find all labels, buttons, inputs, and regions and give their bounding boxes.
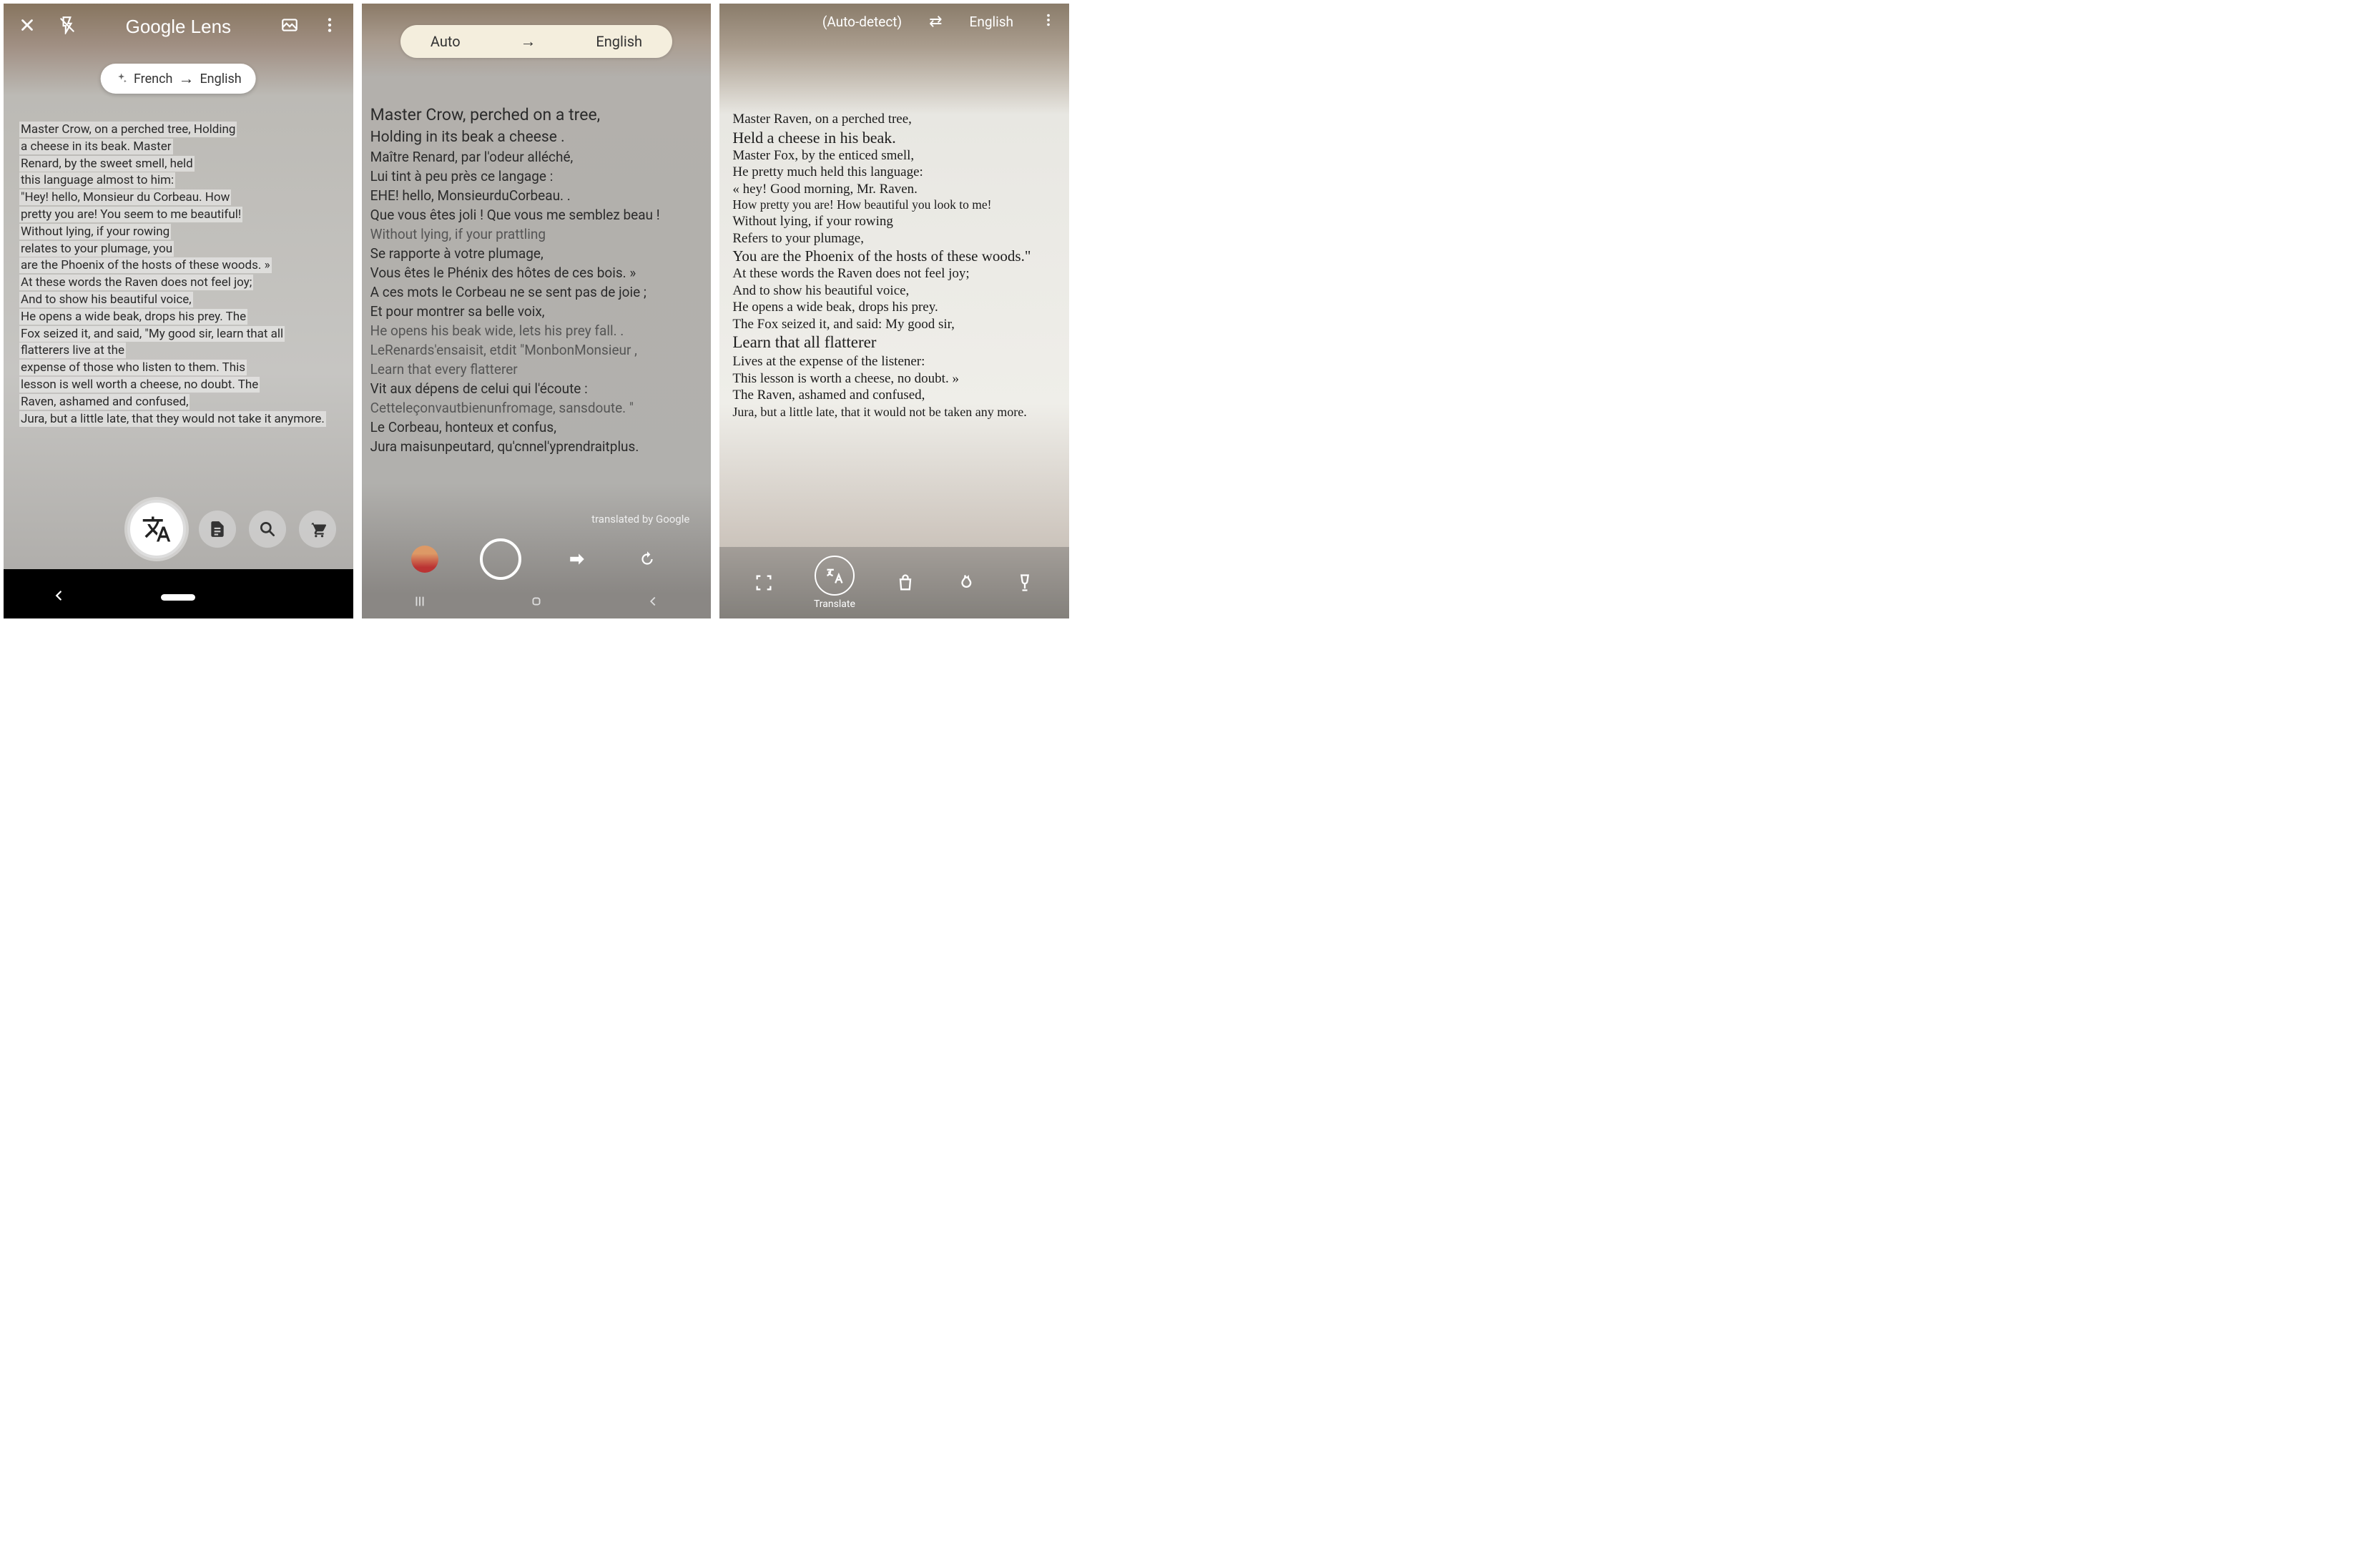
target-language[interactable]: English	[970, 14, 1013, 30]
back-button[interactable]	[51, 588, 67, 606]
shutter-button[interactable]	[480, 538, 521, 580]
share-button[interactable]	[563, 545, 591, 573]
refresh-icon	[638, 550, 657, 568]
document-icon	[208, 520, 227, 538]
app-title: Google Lens	[126, 16, 231, 38]
search-icon	[258, 520, 277, 538]
translate-icon	[825, 566, 845, 586]
recents-button[interactable]	[412, 593, 428, 612]
wine-mode[interactable]	[1015, 573, 1035, 593]
mode-label: Translate	[814, 598, 855, 610]
discover-mode[interactable]	[955, 573, 975, 593]
sparkle-icon	[115, 72, 128, 85]
bag-icon	[895, 573, 915, 593]
attribution: translated by Google	[591, 513, 689, 526]
home-button[interactable]	[528, 593, 544, 612]
camera-controls	[362, 538, 712, 580]
shopping-mode-button[interactable]	[299, 511, 336, 548]
scan-icon	[754, 573, 774, 593]
wine-icon	[1015, 573, 1035, 593]
android-navbar	[362, 587, 712, 618]
close-icon[interactable]	[18, 16, 36, 37]
language-bar[interactable]: Auto → English	[400, 25, 672, 58]
android-navbar	[4, 576, 353, 618]
translated-text-overlay[interactable]: Master Crow, perched on a tree, Holding …	[370, 104, 709, 457]
translate-mode[interactable]: Translate	[814, 556, 855, 610]
more-icon[interactable]	[320, 16, 339, 37]
phone-screenshot-google-lens: Google Lens French → English Master Crow…	[4, 4, 353, 618]
gallery-icon[interactable]	[280, 16, 299, 37]
flame-icon	[955, 573, 975, 593]
app-header: Google Lens	[4, 11, 353, 42]
language-chip[interactable]: French → English	[101, 64, 256, 94]
flash-off-icon[interactable]	[58, 16, 77, 37]
swap-icon[interactable]: ⇄	[929, 13, 942, 31]
scan-mode[interactable]	[754, 573, 774, 593]
translate-header: (Auto-detect) ⇄ English	[719, 12, 1069, 31]
mode-bar: Translate	[719, 547, 1069, 618]
phone-screenshot-google-translate: Auto → English Master Crow, perched on a…	[362, 4, 712, 618]
target-language[interactable]: English	[596, 33, 642, 50]
home-button[interactable]	[161, 594, 195, 601]
cart-icon	[308, 520, 327, 538]
target-language: English	[200, 72, 241, 87]
thumbnail[interactable]	[411, 546, 438, 573]
phone-screenshot-bixby-vision: (Auto-detect) ⇄ English Master Raven, on…	[719, 4, 1069, 618]
back-button[interactable]	[645, 593, 661, 612]
search-mode-button[interactable]	[249, 511, 286, 548]
translated-text-overlay[interactable]: Master Raven, on a perched tree, Held a …	[732, 111, 1063, 420]
pause-button[interactable]	[633, 545, 662, 573]
share-icon	[568, 550, 586, 568]
translated-text-overlay[interactable]: Master Crow, on a perched tree, Holding …	[19, 122, 338, 428]
arrow-icon: →	[178, 69, 194, 88]
translate-icon	[142, 514, 172, 544]
source-language[interactable]: Auto	[431, 33, 461, 50]
text-mode-button[interactable]	[199, 511, 236, 548]
source-language: French	[134, 72, 172, 87]
translate-mode-button[interactable]	[127, 500, 186, 558]
more-icon[interactable]	[1041, 12, 1056, 31]
source-language[interactable]: (Auto-detect)	[822, 14, 902, 30]
shopping-mode[interactable]	[895, 573, 915, 593]
mode-bar	[4, 490, 353, 568]
arrow-icon: →	[520, 32, 536, 51]
